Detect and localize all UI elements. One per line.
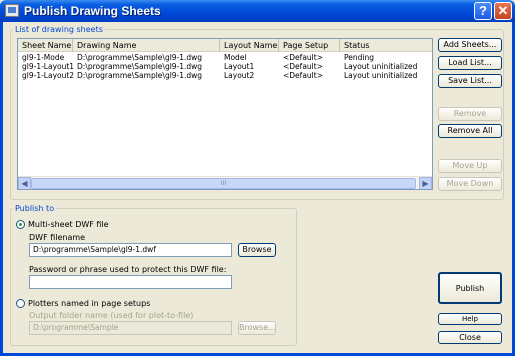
load-list-button[interactable]: Load List... [438,56,502,70]
cell-layout: Layout2 [224,71,255,80]
sheets-list[interactable]: Sheet Name Drawing Name Layout Name Page… [17,38,433,190]
save-list-button[interactable]: Save List... [438,74,502,88]
cell-status: Layout uninitialized [344,71,418,80]
publish-to-legend: Publish to [15,204,55,213]
remove-all-button[interactable]: Remove All [438,124,502,138]
browse-dwf-button[interactable]: Browse [238,243,276,257]
help-button[interactable]: Help [438,313,502,325]
browse-folder-button[interactable]: Browse... [238,321,276,335]
cell-drawing: D:\programme\Sample\gl9-1.dwg [77,53,203,62]
cell-drawing: D:\programme\Sample\gl9-1.dwg [77,71,203,80]
cell-layout: Model [224,53,247,62]
cell-status: Pending [344,53,374,62]
cell-sheet: gl9-1-Layout2 [22,71,75,80]
remove-button[interactable]: Remove [438,107,502,121]
window-title: Publish Drawing Sheets [24,4,161,18]
col-layout-name[interactable]: Layout Name [220,39,279,52]
output-folder-label: Output folder name (used for plot-to-fil… [29,311,194,320]
table-row[interactable]: gl9-1-Mode D:\programme\Sample\gl9-1.dwg… [18,53,432,62]
cell-sheet: gl9-1-Layout1 [22,62,75,71]
cell-page-setup: <Default> [283,71,323,80]
password-field[interactable] [29,275,232,289]
table-row[interactable]: gl9-1-Layout2 D:\programme\Sample\gl9-1.… [18,71,432,80]
close-button[interactable]: Close [438,331,502,344]
col-sheet-name[interactable]: Sheet Name [18,39,73,52]
close-title-button[interactable]: ✕ [494,2,512,20]
multi-sheet-radio[interactable] [16,220,25,229]
cell-layout: Layout1 [224,62,255,71]
multi-sheet-label: Multi-sheet DWF file [28,220,109,229]
add-sheets-button[interactable]: Add Sheets... [438,38,502,52]
horizontal-scrollbar[interactable]: ◀ III ▶ [18,176,432,189]
publish-button[interactable]: Publish [438,272,502,304]
cell-sheet: gl9-1-Mode [22,53,65,62]
plotters-label: Plotters named in page setups [28,299,151,308]
cell-drawing: D:\programme\Sample\gl9-1.dwg [77,62,203,71]
scroll-thumb[interactable]: III [31,178,416,189]
dwf-filename-label: DWF filename [29,233,86,242]
col-page-setup[interactable]: Page Setup [279,39,340,52]
sheets-group-legend: List of drawing sheets [15,25,103,34]
table-row[interactable]: gl9-1-Layout1 D:\programme\Sample\gl9-1.… [18,62,432,71]
cell-page-setup: <Default> [283,53,323,62]
list-header: Sheet Name Drawing Name Layout Name Page… [18,39,432,52]
output-folder-field[interactable]: D:\programme\Sample [29,321,232,335]
scroll-right-icon[interactable]: ▶ [419,177,432,189]
col-status[interactable]: Status [340,39,432,52]
move-up-button[interactable]: Move Up [438,159,502,173]
title-bar[interactable]: Publish Drawing Sheets ? ✕ [0,0,515,22]
help-title-button[interactable]: ? [474,2,492,20]
cell-status: Layout uninitialized [344,62,418,71]
password-label: Password or phrase used to protect this … [29,265,227,274]
plotters-radio[interactable] [16,299,25,308]
col-drawing-name[interactable]: Drawing Name [73,39,220,52]
cell-page-setup: <Default> [283,62,323,71]
dwf-filename-field[interactable]: D:\programme\Sample\gl9-1.dwf [29,243,232,257]
app-icon [5,4,19,17]
move-down-button[interactable]: Move Down [438,177,502,191]
scroll-left-icon[interactable]: ◀ [18,177,31,189]
